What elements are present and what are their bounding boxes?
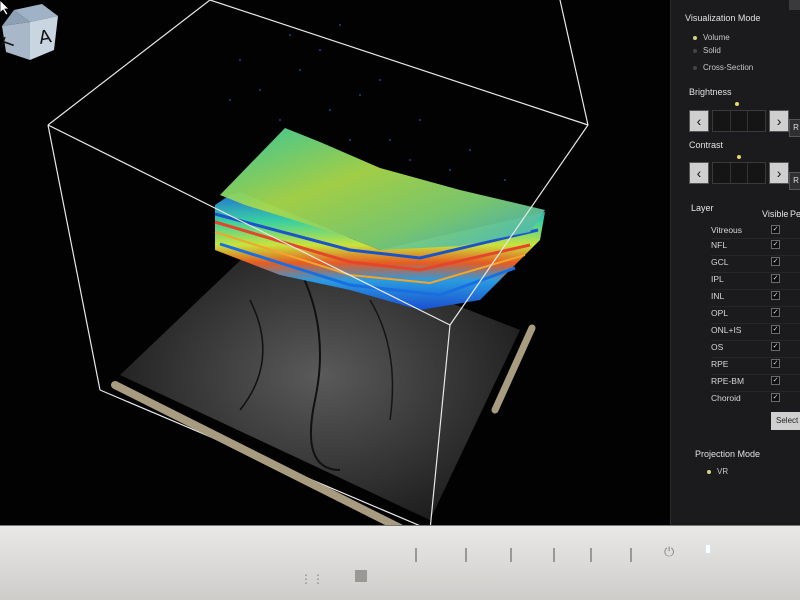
monitor-button[interactable] [630, 548, 632, 562]
input-source-icon[interactable] [355, 570, 367, 582]
layer-row[interactable]: OPL ✓ [711, 304, 800, 321]
contrast-track[interactable] [711, 162, 767, 184]
brightness-knob[interactable] [735, 102, 739, 106]
settings-panel: Visualization Mode Volume Solid Cross-Se… [670, 0, 800, 525]
monitor-button[interactable] [465, 548, 467, 562]
radio-vr[interactable]: VR [707, 467, 728, 476]
layer-row[interactable]: IPL ✓ [711, 270, 800, 287]
chevron-left-icon[interactable]: ‹ [689, 110, 709, 132]
visible-checkbox[interactable]: ✓ [771, 240, 780, 249]
monitor-button[interactable] [590, 548, 592, 562]
layer-column-header: Layer [691, 203, 714, 213]
volume-render [47, 0, 589, 525]
visible-checkbox[interactable]: ✓ [771, 376, 780, 385]
brightness-track[interactable] [711, 110, 767, 132]
layer-table-header: Layer Visible Pe [691, 203, 800, 219]
radio-cross-section[interactable]: Cross-Section [693, 63, 753, 72]
visible-checkbox[interactable]: ✓ [771, 225, 780, 234]
visible-checkbox[interactable]: ✓ [771, 359, 780, 368]
chevron-right-icon[interactable]: › [769, 162, 789, 184]
brightness-reset-button[interactable]: R [789, 119, 800, 137]
radio-selected-icon [693, 35, 697, 40]
visible-column-header: Visible [762, 209, 789, 219]
visible-checkbox[interactable]: ✓ [771, 257, 780, 266]
monitor-button[interactable] [415, 548, 417, 562]
contrast-slider[interactable]: ‹ › [689, 161, 789, 185]
application-screen: A T Visualization Mode Volume Solid Cros… [0, 0, 800, 525]
visible-checkbox[interactable]: ✓ [771, 393, 780, 402]
layer-row[interactable]: INL ✓ [711, 287, 800, 304]
layer-row[interactable]: ONL+IS ✓ [711, 321, 800, 338]
brightness-slider[interactable]: ‹ › [689, 109, 789, 133]
layer-row[interactable]: RPE-BM ✓ [711, 372, 800, 389]
contrast-title: Contrast [689, 140, 724, 150]
radio-unselected-icon [693, 65, 697, 70]
visible-checkbox[interactable]: ✓ [771, 274, 780, 283]
visible-checkbox[interactable]: ✓ [771, 342, 780, 351]
layer-row[interactable]: Choroid ✓ [711, 389, 800, 406]
layer-row[interactable]: OS ✓ [711, 338, 800, 355]
panel-tab[interactable] [789, 0, 800, 10]
contrast-reset-button[interactable]: R [789, 172, 800, 190]
visible-checkbox[interactable]: ✓ [771, 325, 780, 334]
radio-volume[interactable]: Volume [693, 33, 730, 42]
grid-dots-icon[interactable]: ⋮⋮ [300, 572, 324, 586]
radio-unselected-icon [693, 48, 697, 53]
power-icon[interactable]: ⏻ [664, 544, 674, 560]
layer-row[interactable]: RPE ✓ [711, 355, 800, 372]
peel-column-header: Pe [790, 209, 800, 219]
chevron-right-icon[interactable]: › [769, 110, 789, 132]
radio-solid[interactable]: Solid [693, 46, 721, 55]
contrast-knob[interactable] [737, 155, 741, 159]
projection-mode-title: Projection Mode [695, 449, 761, 459]
mouse-cursor-icon [0, 0, 10, 16]
monitor-bottom-bezel [0, 525, 800, 600]
visible-checkbox[interactable]: ✓ [771, 291, 780, 300]
monitor-button[interactable] [510, 548, 512, 562]
visible-checkbox[interactable]: ✓ [771, 308, 780, 317]
chevron-left-icon[interactable]: ‹ [689, 162, 709, 184]
visualization-mode-title: Visualization Mode [685, 13, 761, 23]
3d-viewport[interactable]: A T [0, 0, 670, 525]
select-button[interactable]: Select [771, 412, 800, 430]
radio-selected-icon [707, 469, 711, 474]
brightness-title: Brightness [689, 87, 732, 97]
monitor-button[interactable] [553, 548, 555, 562]
layer-row[interactable]: GCL ✓ [711, 253, 800, 270]
layer-row[interactable]: NFL ✓ [711, 236, 800, 253]
power-led [706, 545, 710, 553]
